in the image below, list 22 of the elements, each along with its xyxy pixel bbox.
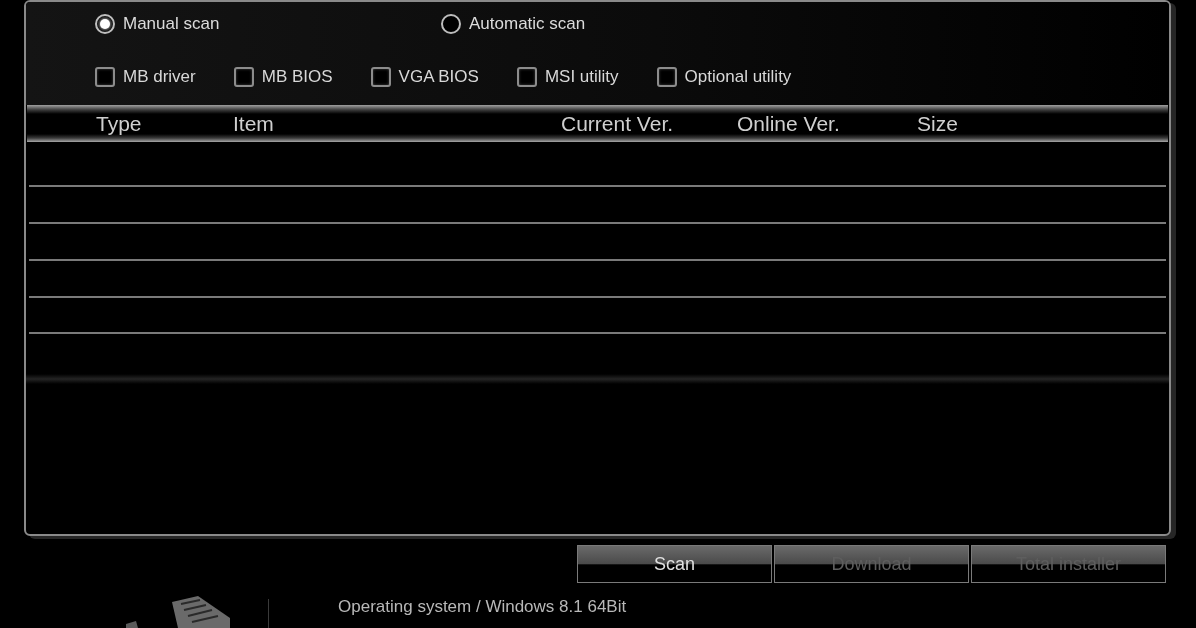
category-checkbox[interactable]: MB BIOS	[233, 64, 333, 90]
column-header: Size	[917, 111, 958, 136]
checkbox-icon[interactable]	[656, 67, 677, 87]
column-header: Online Ver.	[737, 111, 840, 136]
radio-icon[interactable]	[95, 14, 115, 34]
category-checkbox[interactable]: Optional utility	[656, 64, 792, 90]
system-info-text: Operating system / Windows 8.1 64Bit	[338, 597, 627, 617]
action-button[interactable]: Scan	[577, 545, 772, 583]
column-header: Item	[233, 111, 274, 136]
scan-mode-radio[interactable]: Automatic scan	[441, 11, 586, 37]
category-checkbox[interactable]: VGA BIOS	[370, 64, 479, 90]
radio-icon[interactable]	[441, 14, 461, 34]
checkbox-icon[interactable]	[95, 67, 115, 87]
checkbox-icon[interactable]	[233, 67, 254, 87]
column-header: Type	[96, 111, 142, 136]
column-header: Current Ver.	[561, 111, 674, 136]
category-checkbox[interactable]: MB driver	[95, 64, 196, 90]
category-checkbox[interactable]: MSI utility	[516, 64, 619, 90]
striped-emblem-icon	[126, 596, 230, 628]
scan-mode-radio[interactable]: Manual scan	[95, 11, 441, 37]
checkbox-icon[interactable]	[370, 67, 391, 87]
checkbox-icon[interactable]	[516, 67, 537, 87]
